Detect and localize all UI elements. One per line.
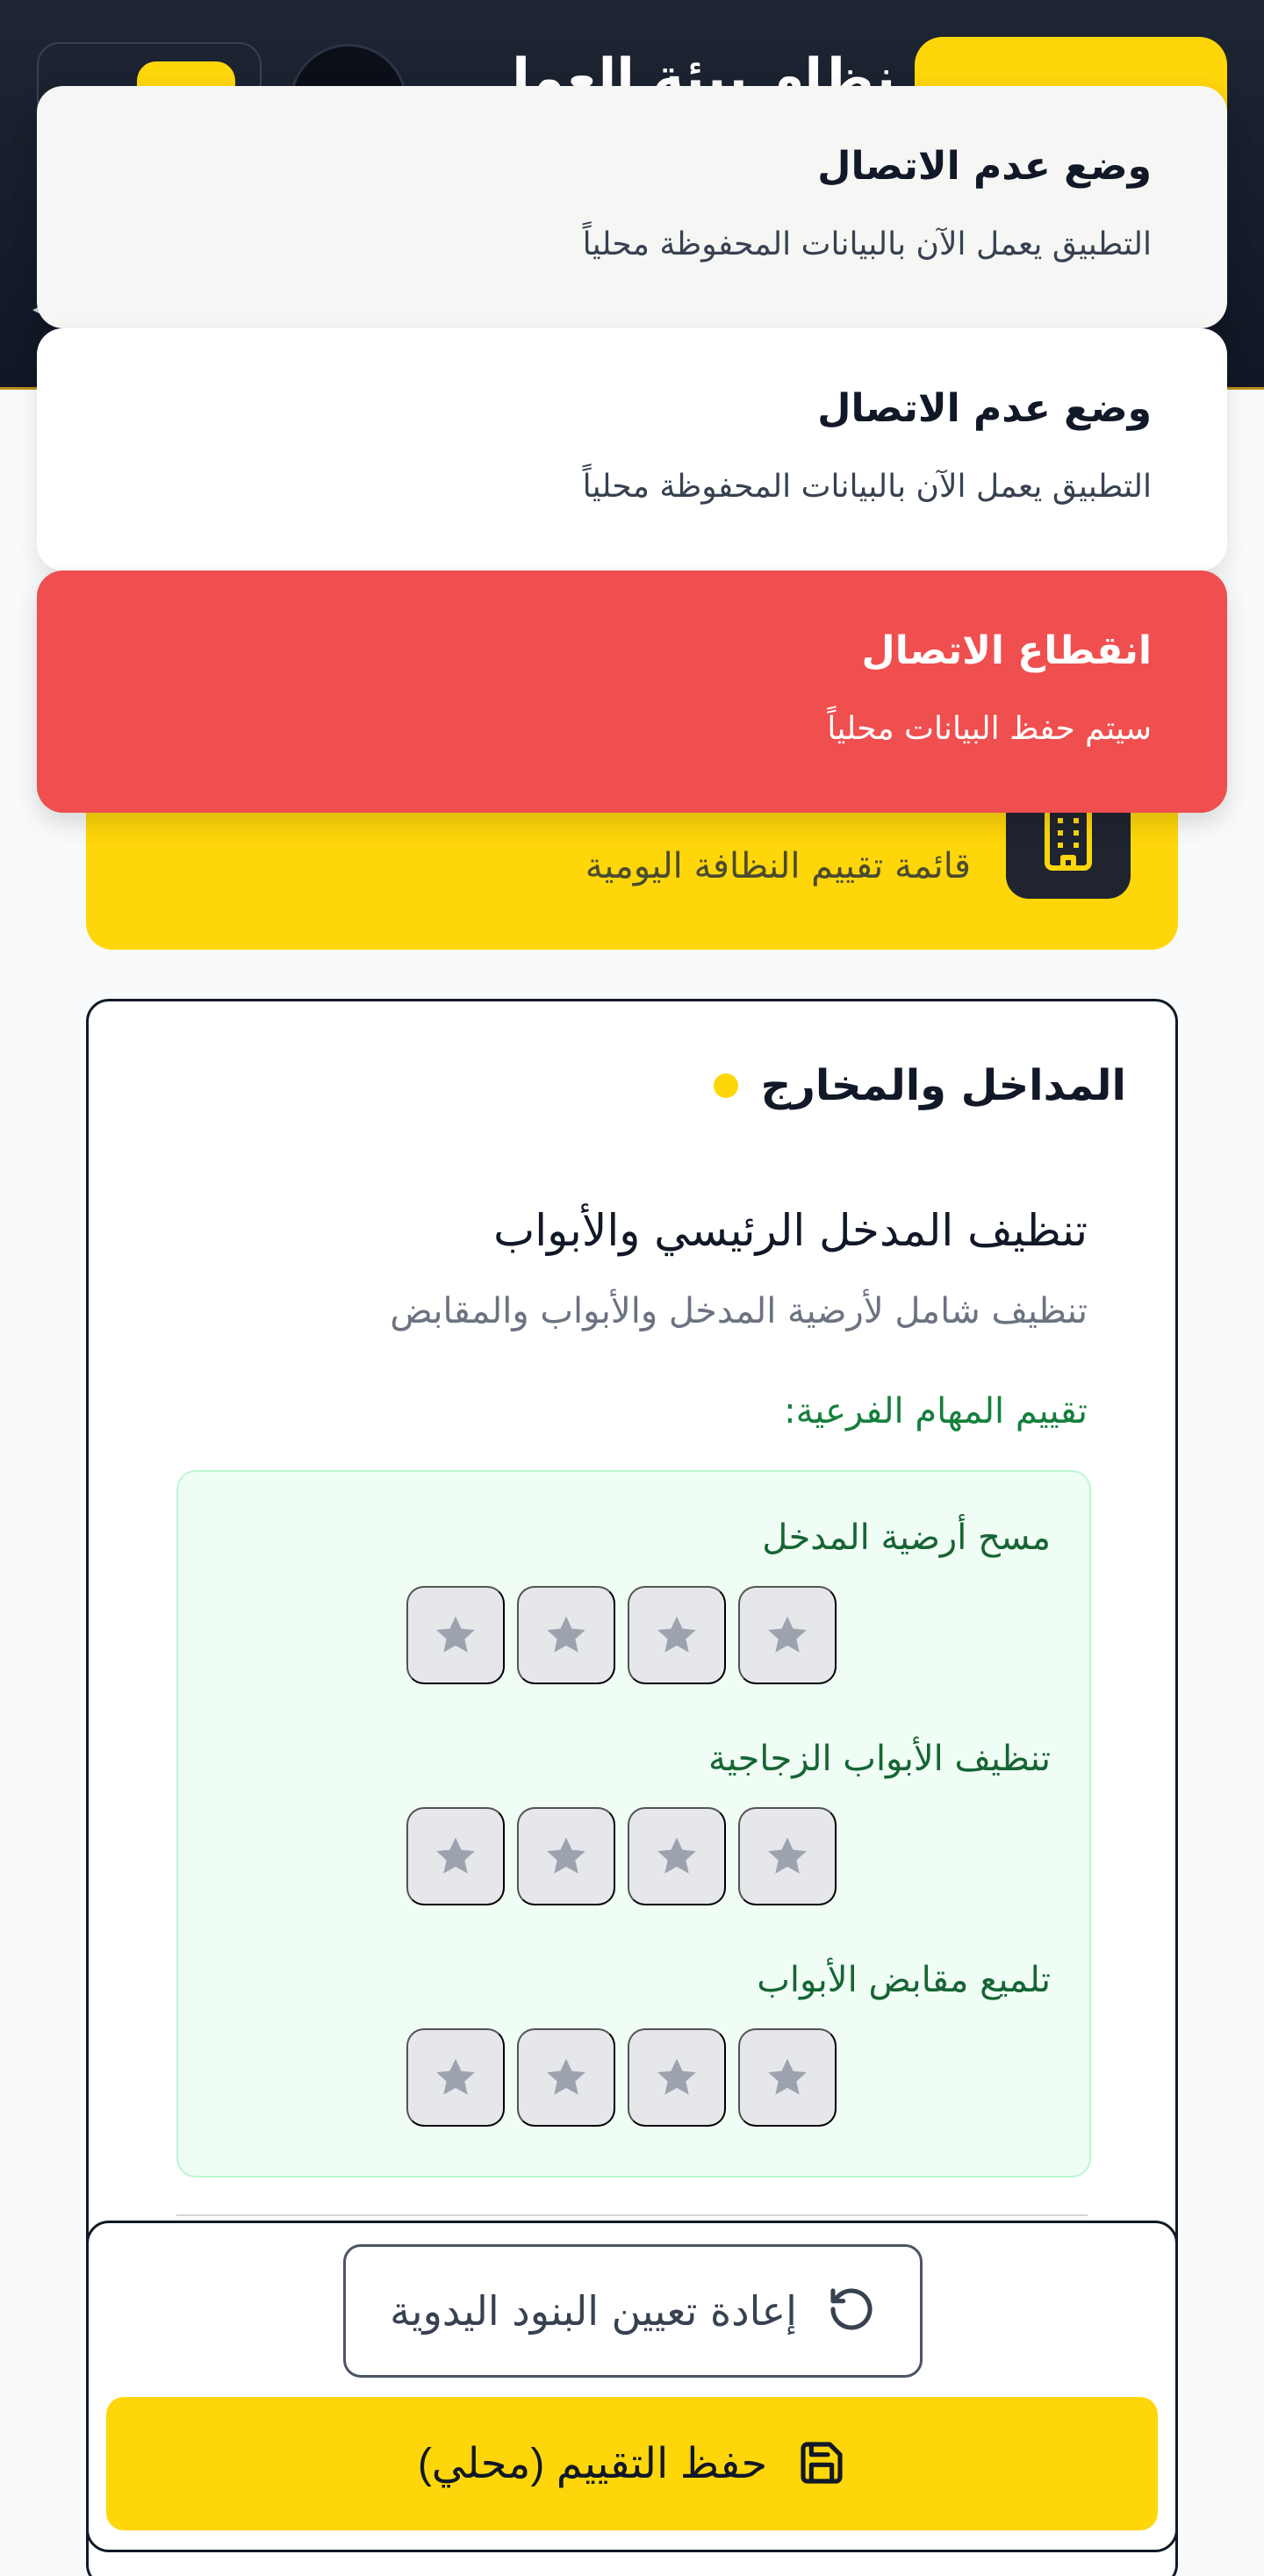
subtask-item: تنظيف الأبواب الزجاجية: [384, 1739, 1051, 1932]
toast-offline-mode[interactable]: وضع عدم الاتصال التطبيق يعمل الآن بالبيا…: [37, 86, 1227, 328]
subtasks-label: تقييم المهام الفرعية:: [784, 1391, 1088, 1432]
star-4-button[interactable]: [406, 1586, 505, 1684]
reset-button-label: إعادة تعيين البنود اليدوية: [390, 2287, 797, 2335]
save-evaluation-button[interactable]: حفظ التقييم (محلي): [106, 2397, 1158, 2530]
subtask-item: مسح أرضية المدخل: [384, 1518, 1051, 1711]
toast-description: التطبيق يعمل الآن بالبيانات المحفوظة محل…: [582, 226, 1152, 262]
task-title: تنظيف المدخل الرئيسي والأبواب: [493, 1205, 1088, 1256]
reset-manual-items-button[interactable]: إعادة تعيين البنود اليدوية: [343, 2244, 923, 2378]
subtask-name: مسح أرضية المدخل: [762, 1518, 1051, 1558]
subtask-name: تلميع مقابض الأبواب: [757, 1960, 1051, 2000]
subtask-name: تنظيف الأبواب الزجاجية: [708, 1739, 1051, 1779]
star-3-button[interactable]: [517, 2028, 615, 2127]
save-icon: [797, 2438, 846, 2490]
toast-title: وضع عدم الاتصال: [817, 144, 1152, 189]
toast-description: التطبيق يعمل الآن بالبيانات المحفوظة محل…: [582, 469, 1152, 505]
toast-connection-lost[interactable]: انقطاع الاتصال سيتم حفظ البيانات محلياً: [37, 570, 1227, 813]
star-1-button[interactable]: [738, 2028, 837, 2127]
star-rating: [406, 1586, 837, 1684]
section-title: المداخل والمخارج: [760, 1061, 1126, 1110]
star-4-button[interactable]: [406, 2028, 505, 2127]
toast-description: سيتم حفظ البيانات محلياً: [827, 711, 1152, 747]
toast-offline-mode[interactable]: وضع عدم الاتصال التطبيق يعمل الآن بالبيا…: [37, 328, 1227, 570]
divider: [176, 2214, 1088, 2216]
save-button-label: حفظ التقييم (محلي): [417, 2441, 768, 2487]
intro-subtitle: قائمة تقييم النظافة اليومية: [585, 846, 971, 886]
toast-title: وضع عدم الاتصال: [817, 386, 1152, 431]
toast-title: انقطاع الاتصال: [861, 628, 1152, 673]
section-header: المداخل والمخارج: [713, 1061, 1126, 1110]
star-3-button[interactable]: [517, 1586, 615, 1684]
action-panel: إعادة تعيين البنود اليدوية حفظ التقييم (…: [86, 2221, 1178, 2552]
star-2-button[interactable]: [628, 2028, 726, 2127]
star-4-button[interactable]: [406, 1807, 505, 1905]
task-description: تنظيف شامل لأرضية المدخل والأبواب والمقا…: [390, 1291, 1088, 1331]
rotate-ccw-icon: [827, 2285, 876, 2337]
subtask-item: تلميع مقابض الأبواب: [384, 1960, 1051, 2153]
star-rating: [406, 1807, 837, 1905]
section-dot-icon: [713, 1073, 738, 1098]
star-2-button[interactable]: [628, 1807, 726, 1905]
star-1-button[interactable]: [738, 1807, 837, 1905]
star-1-button[interactable]: [738, 1586, 837, 1684]
star-3-button[interactable]: [517, 1807, 615, 1905]
star-2-button[interactable]: [628, 1586, 726, 1684]
subtasks-panel: مسح أرضية المدخل تنظيف الأبواب الزجاجية …: [176, 1470, 1091, 2178]
star-rating: [406, 2028, 837, 2127]
